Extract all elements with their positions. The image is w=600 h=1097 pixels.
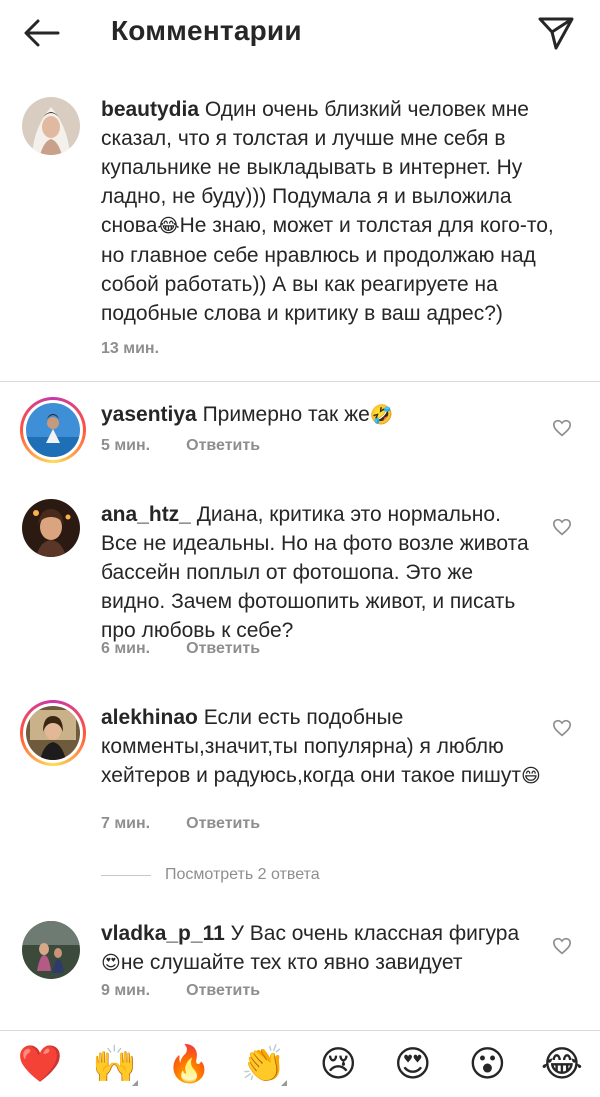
heart-eyes-emoji-icon[interactable]: 😍	[389, 1040, 437, 1088]
comment-text: yasentiya Примерно так же🤣	[101, 403, 394, 426]
username[interactable]: alekhinao	[101, 706, 198, 729]
back-button[interactable]	[18, 12, 66, 54]
share-button[interactable]	[532, 10, 580, 56]
paper-plane-icon	[538, 17, 574, 50]
heart-eyes-emoji-icon: 😍	[101, 952, 121, 974]
comment-text: vladka_p_11 У Вас очень классная фигура …	[101, 922, 520, 974]
raising-hands-emoji-icon[interactable]: 🙌	[91, 1040, 139, 1088]
like-button[interactable]	[548, 414, 576, 442]
top-bar: Комментарии	[0, 0, 600, 66]
divider	[0, 381, 600, 382]
comment-meta: 6 мин. Ответить	[101, 640, 260, 658]
comment-text: ana_htz_ Диана, критика это нормально. В…	[101, 503, 529, 642]
reply-button[interactable]: Ответить	[186, 437, 260, 455]
timestamp: 9 мин.	[101, 982, 151, 999]
rofl-emoji-icon: 🤣	[369, 404, 394, 426]
comment-meta: 7 мин. Ответить	[101, 815, 260, 833]
heart-outline-icon	[552, 518, 572, 536]
grinning-emoji-icon: 😄	[520, 765, 541, 787]
comment-text: alekhinao Если есть подобные комменты,зн…	[101, 706, 541, 787]
fire-emoji-icon[interactable]: 🔥	[165, 1040, 213, 1088]
timestamp: 7 мин.	[101, 815, 151, 832]
crying-face-emoji-icon[interactable]: 😢	[314, 1040, 362, 1088]
laughing-emoji-icon: 😂	[157, 215, 180, 237]
arrow-left-icon	[24, 19, 60, 47]
reply-button[interactable]: Ответить	[186, 982, 260, 1000]
heart-outline-icon	[552, 419, 572, 437]
view-replies-button[interactable]: Посмотреть 2 ответа	[101, 866, 320, 884]
heart-outline-icon	[552, 937, 572, 955]
like-button[interactable]	[548, 714, 576, 742]
avatar[interactable]	[20, 700, 86, 766]
avatar[interactable]	[20, 397, 86, 463]
avatar[interactable]	[22, 499, 80, 557]
username[interactable]: beautydia	[101, 98, 199, 121]
reply-button[interactable]: Ответить	[186, 640, 260, 658]
heart-outline-icon	[552, 719, 572, 737]
page-title: Комментарии	[111, 15, 302, 46]
reply-button[interactable]: Ответить	[186, 815, 260, 833]
like-button[interactable]	[548, 513, 576, 541]
avatar[interactable]	[22, 97, 80, 155]
username[interactable]: yasentiya	[101, 403, 197, 426]
view-replies-label: Посмотреть 2 ответа	[165, 866, 320, 883]
caption-text: beautydia Один очень близкий человек мне…	[101, 98, 554, 325]
timestamp: 13 мин.	[101, 340, 160, 357]
timestamp: 5 мин.	[101, 437, 151, 454]
clapping-hands-emoji-icon[interactable]: 👏	[240, 1040, 288, 1088]
skin-tone-indicator-icon	[131, 1080, 138, 1086]
avatar[interactable]	[22, 921, 80, 979]
emoji-reaction-bar: ❤️ 🙌 🔥 👏 😢 😍 😮 😂	[0, 1030, 600, 1097]
username[interactable]: vladka_p_11	[101, 922, 225, 945]
surprised-face-emoji-icon[interactable]: 😮	[463, 1040, 511, 1088]
comment-meta: 9 мин. Ответить	[101, 982, 260, 1000]
tears-of-joy-emoji-icon[interactable]: 😂	[538, 1040, 586, 1088]
red-heart-emoji-icon[interactable]: ❤️	[16, 1040, 64, 1088]
username[interactable]: ana_htz_	[101, 503, 191, 526]
timestamp: 6 мин.	[101, 640, 151, 657]
divider	[101, 874, 151, 876]
comment-meta: 5 мин. Ответить	[101, 437, 260, 455]
like-button[interactable]	[548, 932, 576, 960]
caption-meta: 13 мин.	[101, 340, 159, 358]
skin-tone-indicator-icon	[280, 1080, 287, 1086]
